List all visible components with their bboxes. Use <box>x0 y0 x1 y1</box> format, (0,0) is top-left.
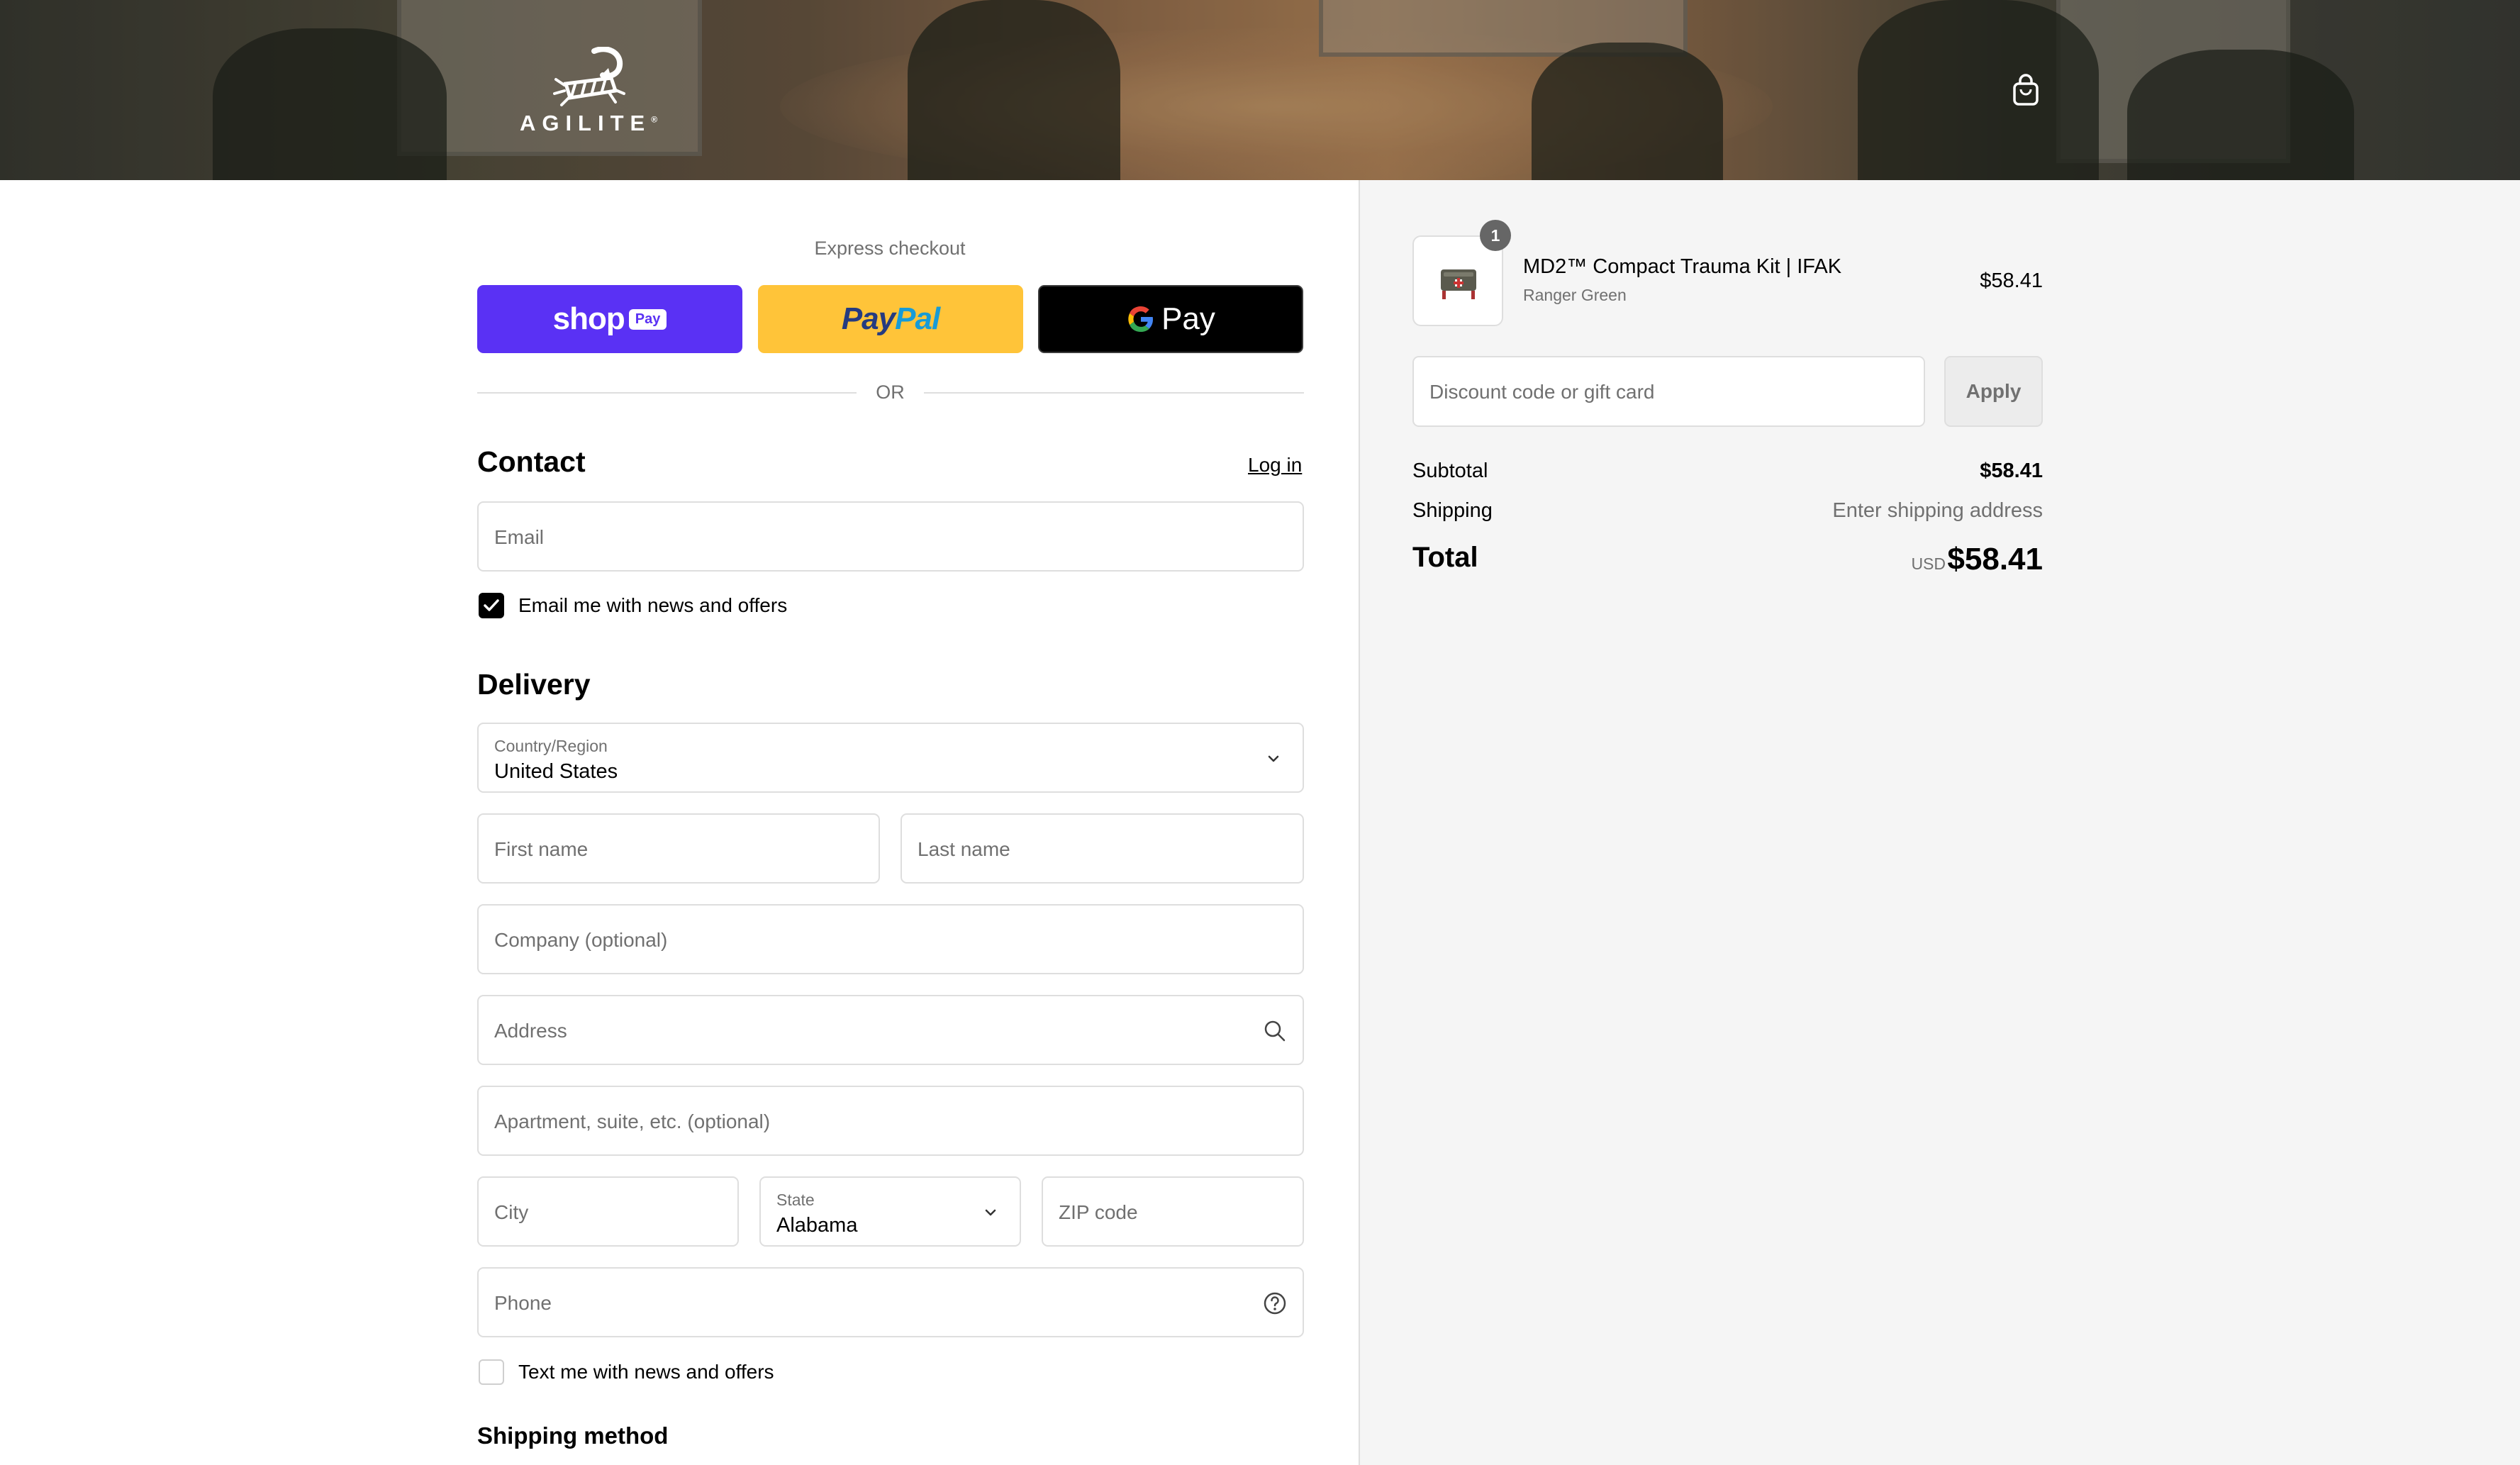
or-label: OR <box>876 381 905 403</box>
discount-placeholder: Discount code or gift card <box>1429 381 1655 403</box>
apply-discount-button[interactable]: Apply <box>1944 356 2043 427</box>
shipping-label: Shipping <box>1412 499 1493 522</box>
or-divider: OR <box>477 380 1304 404</box>
company-placeholder: Company (optional) <box>494 929 668 951</box>
last-name-field[interactable]: Last name <box>901 813 1304 884</box>
email-placeholder: Email <box>494 526 545 548</box>
zip-field[interactable]: ZIP code <box>1042 1176 1304 1247</box>
state-value: Alabama <box>776 1214 858 1237</box>
google-pay-button[interactable]: Pay <box>1038 285 1303 353</box>
google-pay-wordmark: Pay <box>1161 301 1215 336</box>
login-link[interactable]: Log in <box>1248 454 1302 477</box>
paypal-button[interactable]: PayPal <box>758 285 1023 353</box>
header-photo-overlay <box>0 0 2520 180</box>
zip-placeholder: ZIP code <box>1059 1201 1138 1223</box>
help-circle-icon[interactable] <box>1263 1291 1287 1315</box>
total-label: Total <box>1412 542 1478 573</box>
shopping-bag-icon[interactable] <box>2012 74 2039 106</box>
country-select[interactable]: Country/Region United States <box>477 723 1304 793</box>
phone-placeholder: Phone <box>494 1292 552 1314</box>
text-news-label: Text me with news and offers <box>518 1361 774 1383</box>
express-checkout-title: Express checkout <box>814 238 966 259</box>
subtotal-label: Subtotal <box>1412 459 1488 482</box>
discount-code-field[interactable]: Discount code or gift card <box>1412 356 1925 427</box>
chevron-down-icon <box>1268 755 1279 762</box>
shop-pay-button[interactable]: shop Pay <box>477 285 742 353</box>
search-icon[interactable] <box>1263 1019 1287 1043</box>
brand-wordmark: AGILITE® <box>519 111 658 135</box>
chevron-down-icon <box>985 1209 996 1216</box>
state-label: State <box>776 1191 815 1209</box>
first-name-field[interactable]: First name <box>477 813 880 884</box>
contact-title: Contact <box>477 445 586 478</box>
text-news-checkbox[interactable] <box>479 1359 504 1385</box>
google-g-icon <box>1128 306 1154 332</box>
quantity-badge: 1 <box>1480 220 1511 251</box>
scorpion-logo-icon <box>553 47 625 106</box>
currency-code: USD <box>1911 555 1946 573</box>
shipping-method-title: Shipping method <box>477 1422 669 1449</box>
subtotal-value: $58.41 <box>1980 459 2043 482</box>
city-field[interactable]: City <box>477 1176 739 1247</box>
first-name-placeholder: First name <box>494 838 589 860</box>
state-select[interactable]: State Alabama <box>759 1176 1021 1247</box>
apartment-field[interactable]: Apartment, suite, etc. (optional) <box>477 1086 1304 1156</box>
apartment-placeholder: Apartment, suite, etc. (optional) <box>494 1110 771 1132</box>
product-price: $58.41 <box>1980 269 2043 292</box>
city-placeholder: City <box>494 1201 529 1223</box>
email-news-checkbox[interactable] <box>479 593 504 618</box>
country-label: Country/Region <box>494 737 608 755</box>
product-variant: Ranger Green <box>1523 286 1627 304</box>
email-field[interactable]: Email <box>477 501 1304 572</box>
brand-logo[interactable]: AGILITE® <box>511 47 667 139</box>
shop-pay-wordmark: shop <box>552 301 625 336</box>
trauma-kit-thumbnail-icon <box>1441 269 1476 299</box>
checkmark-icon <box>484 599 499 611</box>
header-banner: AGILITE® <box>0 0 2520 180</box>
paypal-wordmark: PayPal <box>841 301 940 336</box>
address-field[interactable]: Address <box>477 995 1304 1065</box>
delivery-title: Delivery <box>477 668 591 701</box>
country-value: United States <box>494 760 618 783</box>
total-value: $58.41 <box>1947 542 2043 576</box>
phone-field[interactable]: Phone <box>477 1267 1304 1337</box>
divider-line-right <box>924 392 1304 394</box>
email-news-label: Email me with news and offers <box>518 594 788 616</box>
total-row: Total USD $58.41 <box>1412 542 2043 584</box>
shipping-value: Enter shipping address <box>1832 499 2043 522</box>
product-name: MD2™ Compact Trauma Kit | IFAK <box>1523 255 1842 278</box>
divider-line-left <box>477 392 857 394</box>
shop-pay-pill: Pay <box>628 308 667 330</box>
company-field[interactable]: Company (optional) <box>477 904 1304 974</box>
last-name-placeholder: Last name <box>918 838 1010 860</box>
address-placeholder: Address <box>494 1020 567 1042</box>
